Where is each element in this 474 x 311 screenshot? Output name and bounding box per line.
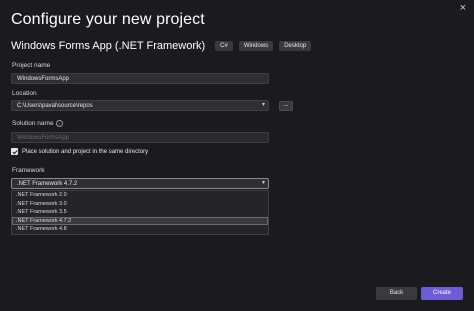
chevron-down-icon[interactable]: ▾ [262, 179, 265, 188]
checkmark-icon [12, 149, 18, 154]
framework-selected-value: .NET Framework 4.7.2 [17, 181, 78, 187]
tag-platform: Windows [238, 41, 274, 51]
location-label: Location [12, 90, 37, 97]
location-input[interactable]: C:\Users\paval\source\repos ▾ [11, 100, 269, 111]
page-title: Configure your new project [11, 11, 205, 28]
solution-name-label: Solution name i [12, 120, 63, 127]
chevron-down-icon[interactable]: ▾ [262, 101, 265, 110]
template-info: Windows Forms App (.NET Framework) C# Wi… [11, 40, 312, 52]
template-name: Windows Forms App (.NET Framework) [11, 40, 206, 52]
location-value: C:\Users\paval\source\repos [17, 103, 93, 109]
framework-option[interactable]: .NET Framework 4.8 [12, 225, 268, 234]
framework-option[interactable]: .NET Framework 2.0 [12, 191, 268, 200]
framework-label: Framework [12, 167, 45, 174]
framework-option[interactable]: .NET Framework 3.5 [12, 208, 268, 217]
project-name-input[interactable]: WindowsFormsApp [11, 73, 269, 84]
framework-options-list: .NET Framework 2.0 .NET Framework 3.0 .N… [11, 190, 269, 235]
place-in-same-directory-label: Place solution and project in the same d… [22, 148, 149, 155]
project-name-label: Project name [12, 62, 51, 69]
framework-select[interactable]: .NET Framework 4.7.2 ▾ [11, 178, 269, 189]
browse-button[interactable]: ... [279, 101, 293, 111]
place-in-same-directory-checkbox[interactable] [11, 148, 18, 155]
create-button[interactable]: Create [421, 287, 463, 300]
solution-name-label-text: Solution name [12, 120, 54, 127]
solution-name-input: WindowsFormsApp [11, 132, 269, 143]
tag-language: C# [215, 41, 233, 51]
close-icon[interactable]: × [460, 3, 466, 14]
framework-option[interactable]: .NET Framework 3.0 [12, 200, 268, 209]
back-button[interactable]: Back [376, 287, 417, 300]
info-icon[interactable]: i [55, 120, 63, 127]
framework-option-selected[interactable]: .NET Framework 4.7.2 [12, 216, 268, 225]
tag-project-type: Desktop [279, 41, 312, 51]
place-in-same-directory[interactable]: Place solution and project in the same d… [11, 148, 148, 155]
